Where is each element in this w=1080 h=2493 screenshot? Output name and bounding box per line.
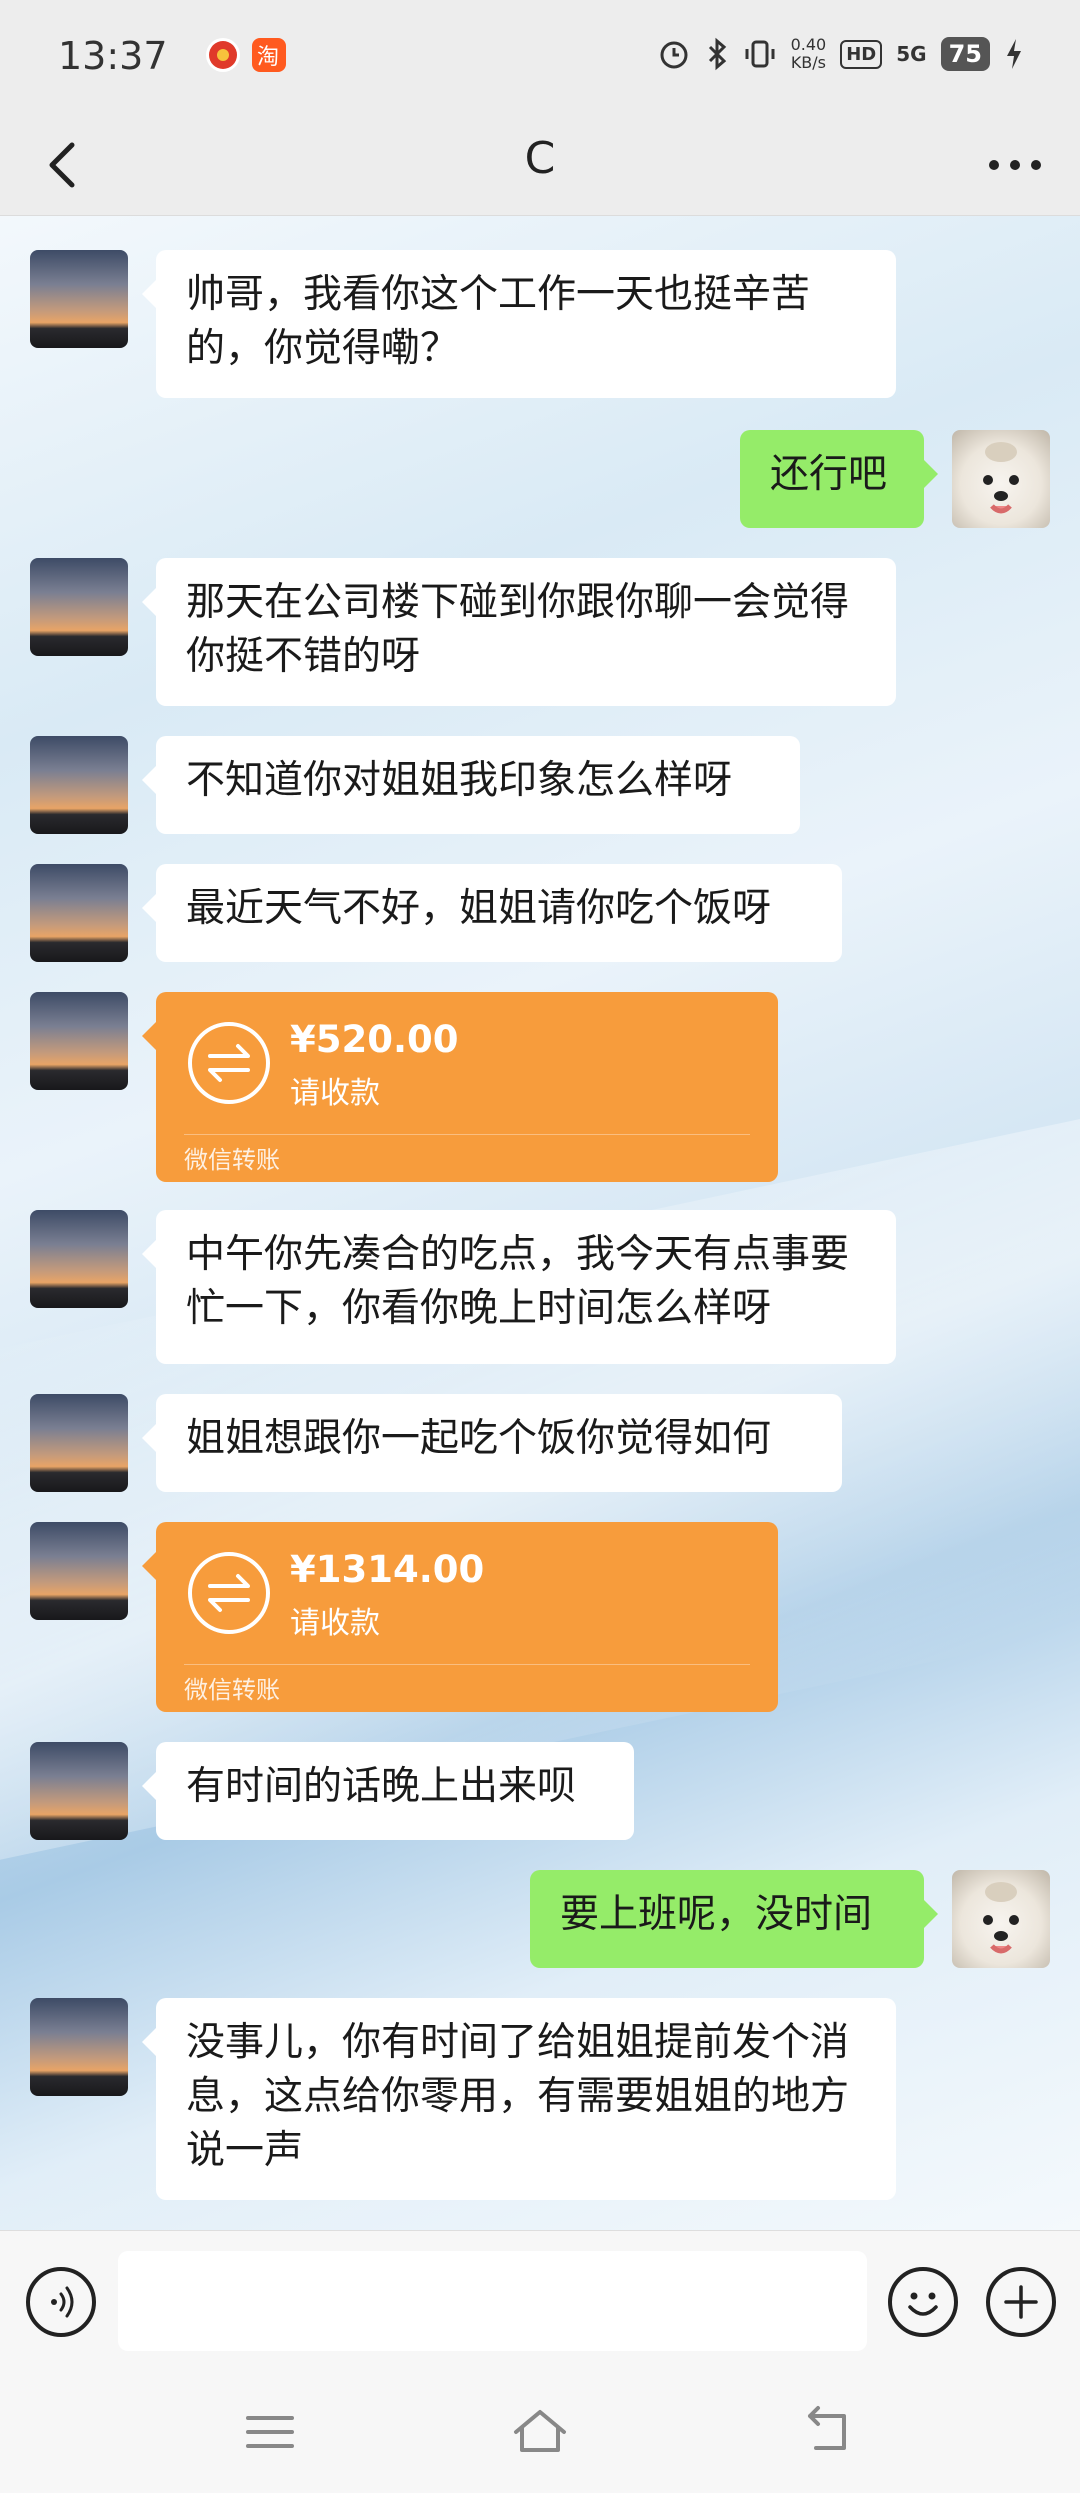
contact-avatar[interactable] (30, 1742, 128, 1840)
contact-avatar[interactable] (30, 250, 128, 348)
voice-input-icon[interactable] (26, 2267, 96, 2337)
contact-avatar[interactable] (30, 1394, 128, 1492)
transfer-status: 请收款 (290, 1606, 380, 1641)
emoji-icon[interactable] (888, 2267, 958, 2337)
network-speed: 0.40 KB/s (790, 35, 827, 72)
message-input[interactable] (118, 2251, 867, 2351)
transfer-brand: 微信转账 (184, 1146, 280, 1174)
my-avatar[interactable] (952, 430, 1050, 528)
contact-avatar[interactable] (30, 864, 128, 962)
transfer-amount: ¥1314.00 (290, 1548, 485, 1591)
transfer-icon (188, 1022, 270, 1104)
signal-indicator: 5G (896, 42, 927, 66)
my-avatar[interactable] (952, 1870, 1050, 1968)
charging-icon (1007, 39, 1021, 69)
received-message[interactable]: 姐姐想跟你一起吃个饭你觉得如何 (142, 1394, 842, 1492)
transfer-amount: ¥520.00 (290, 1018, 459, 1061)
bluetooth-icon (708, 37, 726, 71)
alarm-icon (660, 41, 688, 69)
input-bar (0, 2230, 1080, 2371)
received-message[interactable]: 不知道你对姐姐我印象怎么样呀 (142, 736, 800, 834)
svg-text:淘: 淘 (257, 45, 279, 70)
transfer-icon (188, 1552, 270, 1634)
battery-indicator: 75 (940, 37, 990, 71)
contact-avatar[interactable] (30, 992, 128, 1090)
hd-badge: HD (840, 39, 883, 69)
home-icon[interactable] (508, 2402, 572, 2462)
status-bar: 13:37 淘 0.40 KB/s HD 5G 75 (0, 0, 1080, 115)
taobao-icon: 淘 (252, 38, 286, 72)
add-more-icon[interactable] (986, 2267, 1056, 2337)
transfer-status: 请收款 (290, 1076, 380, 1111)
received-message[interactable]: 那天在公司楼下碰到你跟你聊一会觉得你挺不错的呀 (142, 558, 896, 706)
back-nav-icon[interactable] (796, 2402, 860, 2462)
chat-title: C (524, 133, 556, 184)
transfer-card[interactable]: ¥1314.00 请收款 微信转账 (142, 1522, 778, 1712)
system-nav-bar (0, 2370, 1080, 2493)
contact-avatar[interactable] (30, 1210, 128, 1308)
received-message[interactable]: 帅哥，我看你这个工作一天也挺辛苦的，你觉得嘞？ (142, 250, 896, 398)
chat-history[interactable]: 帅哥，我看你这个工作一天也挺辛苦的，你觉得嘞？ 还行吧 那天在公司楼下碰到你跟你… (0, 216, 1080, 2230)
transfer-divider (184, 1664, 750, 1665)
contact-avatar[interactable] (30, 1998, 128, 2096)
vibrate-icon (745, 40, 775, 68)
app-badge-icon (206, 38, 240, 72)
received-message[interactable]: 中午你先凑合的吃点，我今天有点事要忙一下，你看你晚上时间怎么样呀 (142, 1210, 896, 1364)
contact-avatar[interactable] (30, 558, 128, 656)
status-time: 13:37 (58, 34, 168, 78)
received-message[interactable]: 最近天气不好，姐姐请你吃个饭呀 (142, 864, 842, 962)
transfer-card[interactable]: ¥520.00 请收款 微信转账 (142, 992, 778, 1182)
contact-avatar[interactable] (30, 1522, 128, 1620)
transfer-divider (184, 1134, 750, 1135)
status-icons: 0.40 KB/s HD 5G 75 (657, 36, 1024, 72)
menu-icon[interactable] (238, 2402, 302, 2462)
received-message[interactable]: 有时间的话晚上出来呗 (142, 1742, 634, 1840)
sent-message[interactable]: 还行吧 (740, 430, 938, 528)
received-message[interactable]: 没事儿，你有时间了给姐姐提前发个消息，这点给你零用，有需要姐姐的地方说一声 (142, 1998, 896, 2200)
chat-header: C (0, 115, 1080, 216)
more-options-icon[interactable] (980, 137, 1050, 193)
sent-message[interactable]: 要上班呢，没时间 (530, 1870, 938, 1968)
transfer-brand: 微信转账 (184, 1676, 280, 1704)
contact-avatar[interactable] (30, 736, 128, 834)
